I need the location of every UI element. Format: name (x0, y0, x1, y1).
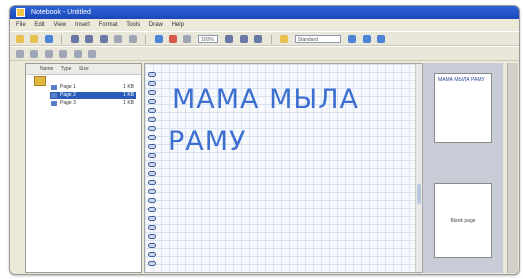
spiral-ring (148, 252, 156, 257)
folder-icon[interactable] (34, 76, 46, 86)
toolbar-separator (61, 35, 63, 44)
spiral-ring (148, 90, 156, 95)
page-thumbnail[interactable]: Blank page (434, 183, 492, 258)
select-icon[interactable] (225, 35, 234, 43)
tree-row-name: Page 2 (60, 92, 76, 98)
new-icon[interactable] (16, 35, 24, 43)
spiral-ring (148, 261, 156, 266)
spiral-ring (148, 126, 156, 131)
highlighter-icon[interactable] (168, 35, 177, 43)
page-next-icon[interactable] (30, 50, 39, 58)
tree-header-name[interactable]: Name (40, 66, 53, 72)
page-icon (51, 93, 57, 98)
secondary-toolbar (10, 46, 519, 61)
panel-scrollbar[interactable] (507, 63, 518, 273)
window-title: Notebook - Untitled (30, 9, 91, 16)
spiral-ring (148, 108, 156, 113)
spiral-ring (148, 99, 156, 104)
spiral-ring (148, 234, 156, 239)
page-thumbnail[interactable]: МАМА МЫЛА РАМУ (434, 73, 492, 143)
scroll-thumb[interactable] (417, 184, 421, 204)
spiral-ring (148, 171, 156, 176)
tree-row-size: 1 KB (123, 92, 134, 98)
main-toolbar: 100% Standard (10, 31, 519, 46)
canvas-scrollbar[interactable] (415, 64, 422, 272)
spiral-ring (148, 135, 156, 140)
spiral-ring (148, 72, 156, 77)
eraser-icon[interactable] (183, 35, 192, 43)
tree-row-size: 1 KB (123, 100, 134, 106)
undo-icon[interactable] (114, 35, 123, 43)
pen-style-select[interactable]: Standard (294, 35, 341, 43)
tree-row-size: 1 KB (123, 84, 134, 90)
page-icon (51, 85, 57, 90)
open-icon[interactable] (30, 35, 39, 43)
menu-bar: File Edit View Insert Format Tools Draw … (10, 19, 519, 31)
shape-icon[interactable] (362, 35, 371, 43)
text-icon[interactable] (254, 35, 263, 43)
notebook-canvas[interactable]: МАМА МЫЛА РАМУ (144, 63, 423, 273)
paste-icon[interactable] (99, 35, 108, 43)
page-add-icon[interactable] (44, 50, 53, 58)
menu-edit[interactable]: Edit (34, 22, 44, 28)
toolbar-separator (270, 35, 272, 44)
spiral-ring (148, 207, 156, 212)
tree-header: Name Type Size (26, 64, 141, 75)
pen-icon[interactable] (154, 35, 163, 43)
page-delete-icon[interactable] (59, 50, 68, 58)
menu-view[interactable]: View (53, 22, 66, 28)
spiral-ring (148, 162, 156, 167)
thumbnail-panel: МАМА МЫЛА РАМУ Blank page (423, 63, 503, 273)
spiral-ring (148, 225, 156, 230)
tree-row-name: Page 1 (60, 84, 76, 90)
page-icon (51, 101, 57, 106)
thumbnail-caption: МАМА МЫЛА РАМУ (438, 77, 485, 83)
spiral-ring (148, 180, 156, 185)
tree-row[interactable]: Page 1 1 KB (50, 84, 136, 91)
copy-icon[interactable] (85, 35, 94, 43)
page-tree: Name Type Size Page 1 1 KB Page 2 1 KB P… (25, 63, 142, 273)
cut-icon[interactable] (70, 35, 79, 43)
menu-format[interactable]: Format (99, 22, 118, 28)
spiral-ring (148, 216, 156, 221)
spiral-ring (148, 153, 156, 158)
color-icon[interactable] (280, 35, 289, 43)
save-icon[interactable] (44, 35, 53, 43)
thumbnail-caption: Blank page (450, 217, 476, 224)
menu-insert[interactable]: Insert (75, 22, 90, 28)
title-bar: Notebook - Untitled (10, 6, 519, 19)
redo-icon[interactable] (128, 35, 137, 43)
menu-tools[interactable]: Tools (126, 22, 140, 28)
spiral-ring (148, 189, 156, 194)
toolbar-separator (145, 35, 147, 44)
spiral-ring (148, 243, 156, 248)
spiral-ring (148, 81, 156, 86)
tree-row[interactable]: Page 2 1 KB (50, 92, 136, 99)
menu-draw[interactable]: Draw (149, 22, 163, 28)
tree-row-name: Page 3 (60, 100, 76, 106)
menu-file[interactable]: File (16, 22, 26, 28)
zoom-select[interactable]: 100% (197, 35, 218, 43)
spiral-binding (145, 64, 159, 272)
handwriting-line-2: РАМУ (168, 126, 247, 157)
spiral-ring (148, 198, 156, 203)
menu-help[interactable]: Help (172, 22, 184, 28)
handwriting-line-1: МАМА МЫЛА (172, 84, 360, 115)
app-window: Notebook - Untitled File Edit View Inser… (9, 5, 520, 275)
grid-icon[interactable] (376, 35, 385, 43)
tree-header-type[interactable]: Type (61, 66, 72, 72)
tree-header-size[interactable]: Size (79, 66, 89, 72)
app-icon (16, 7, 25, 17)
lasso-icon[interactable] (239, 35, 248, 43)
spiral-ring (148, 144, 156, 149)
export-icon[interactable] (88, 50, 97, 58)
tree-row[interactable]: Page 3 1 KB (50, 100, 136, 107)
page-prev-icon[interactable] (16, 50, 24, 58)
spiral-ring (148, 117, 156, 122)
print-icon[interactable] (73, 50, 82, 58)
line-width-icon[interactable] (348, 35, 357, 43)
